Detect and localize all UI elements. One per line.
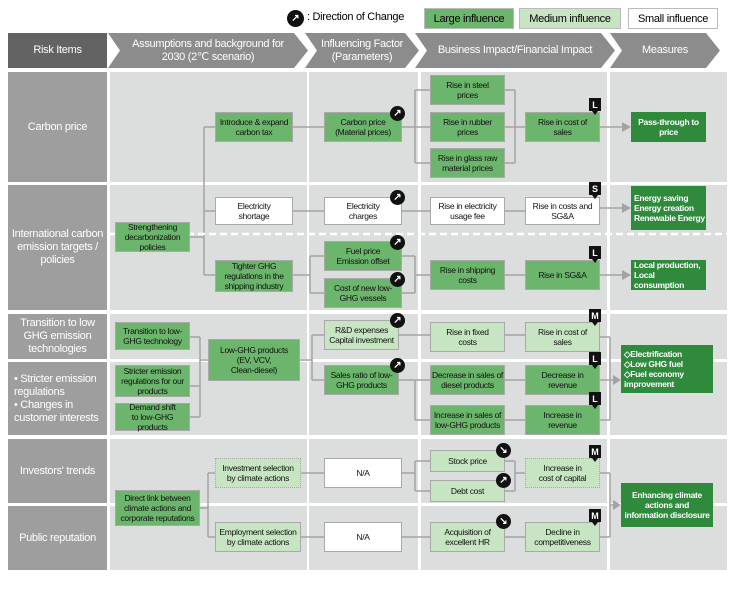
box-glass: Rise in glass raw material prices (430, 148, 505, 178)
arrow-up-icon: ↗ (390, 272, 405, 287)
box-na-1: N/A (324, 458, 402, 488)
box-rubber: Rise in rubber prices (430, 112, 505, 142)
measure-energy: Energy saving Energy creation Renewable … (631, 186, 706, 230)
box-transition-tech: Transition to low- GHG technology (115, 322, 190, 350)
box-costs-sga: Rise in costs and SG&A (525, 197, 600, 225)
level-badge: L (589, 98, 601, 115)
box-rnd: R&D expenses Capital investment (324, 320, 399, 350)
box-low-ghg-products: Low-GHG products (EV, VCV, Clean-diesel) (208, 339, 300, 381)
level-badge: L (589, 352, 601, 369)
arrow-up-icon: ↗ (390, 313, 405, 328)
box-stock-price: Stock price (430, 450, 505, 472)
measure-electrification: ◇Electrification ◇Low GHG fuel ◇Fuel eco… (621, 345, 713, 393)
arrow-down-icon: ↘ (496, 443, 511, 458)
arrow-up-icon: ↗ (390, 190, 405, 205)
box-direct-link: Direct link between climate actions and … (115, 490, 200, 526)
box-steel: Rise in steel prices (430, 75, 505, 105)
box-shipping-costs: Rise in shipping costs (430, 260, 505, 290)
box-low-ghg-sales: Increase in sales of low-GHG products (430, 405, 505, 435)
box-debt-cost: Debt cost (430, 480, 505, 502)
box-demand-shift: Demand shift to low-GHG products (115, 402, 190, 432)
box-fixed-costs: Rise in fixed costs (430, 322, 505, 352)
box-tighter-ghg: Tighter GHG regulations in the shipping … (215, 260, 293, 292)
arrow-up-icon: ↗ (496, 473, 511, 488)
box-cost-of-sales: Rise in cost of sales (525, 112, 600, 142)
box-increase-revenue: Increase in revenue (525, 405, 600, 435)
box-sga: Rise in SG&A (525, 260, 600, 290)
box-electricity-fee: Rise in electricity usage fee (430, 197, 505, 225)
box-cost-of-sales-2: Rise in cost of sales (525, 322, 600, 352)
level-badge: S (589, 182, 601, 199)
box-stricter-regulations: Stricter emission regulations for our pr… (115, 365, 190, 397)
box-carbon-tax: Introduce & expand carbon tax (215, 112, 293, 142)
level-badge: L (589, 246, 601, 263)
measure-local-production: Local production, Local consumption (631, 260, 706, 290)
arrow-up-icon: ↗ (390, 358, 405, 373)
level-badge: M (589, 445, 601, 462)
box-excellent-hr: Acquisition of excellent HR (430, 522, 505, 552)
measure-enhancing-disclosure: Enhancing climate actions and informatio… (621, 483, 713, 527)
box-diesel-sales: Decrease in sales of diesel products (430, 365, 505, 395)
level-badge: M (589, 509, 601, 526)
box-employment-selection: Employment selection by climate actions (215, 522, 301, 552)
level-badge: M (589, 309, 601, 326)
arrow-up-icon: ↗ (390, 106, 405, 121)
box-investment-selection: Investment selection by climate actions (215, 458, 301, 488)
arrow-up-icon: ↗ (390, 235, 405, 250)
box-sales-ratio: Sales ratio of low- GHG products (324, 365, 399, 395)
arrow-down-icon: ↘ (496, 514, 511, 529)
measure-pass-through: Pass-through to price (631, 112, 706, 142)
box-competitiveness: Decline in competitiveness (525, 522, 600, 552)
box-strengthening: Strengthening decarbonization policies (115, 222, 190, 252)
box-electricity-shortage: Electricity shortage (215, 197, 293, 225)
box-decrease-revenue: Decrease in revenue (525, 365, 600, 395)
box-na-2: N/A (324, 522, 402, 552)
level-badge: L (589, 392, 601, 409)
box-cost-of-capital: Increase in cost of capital (525, 458, 600, 488)
